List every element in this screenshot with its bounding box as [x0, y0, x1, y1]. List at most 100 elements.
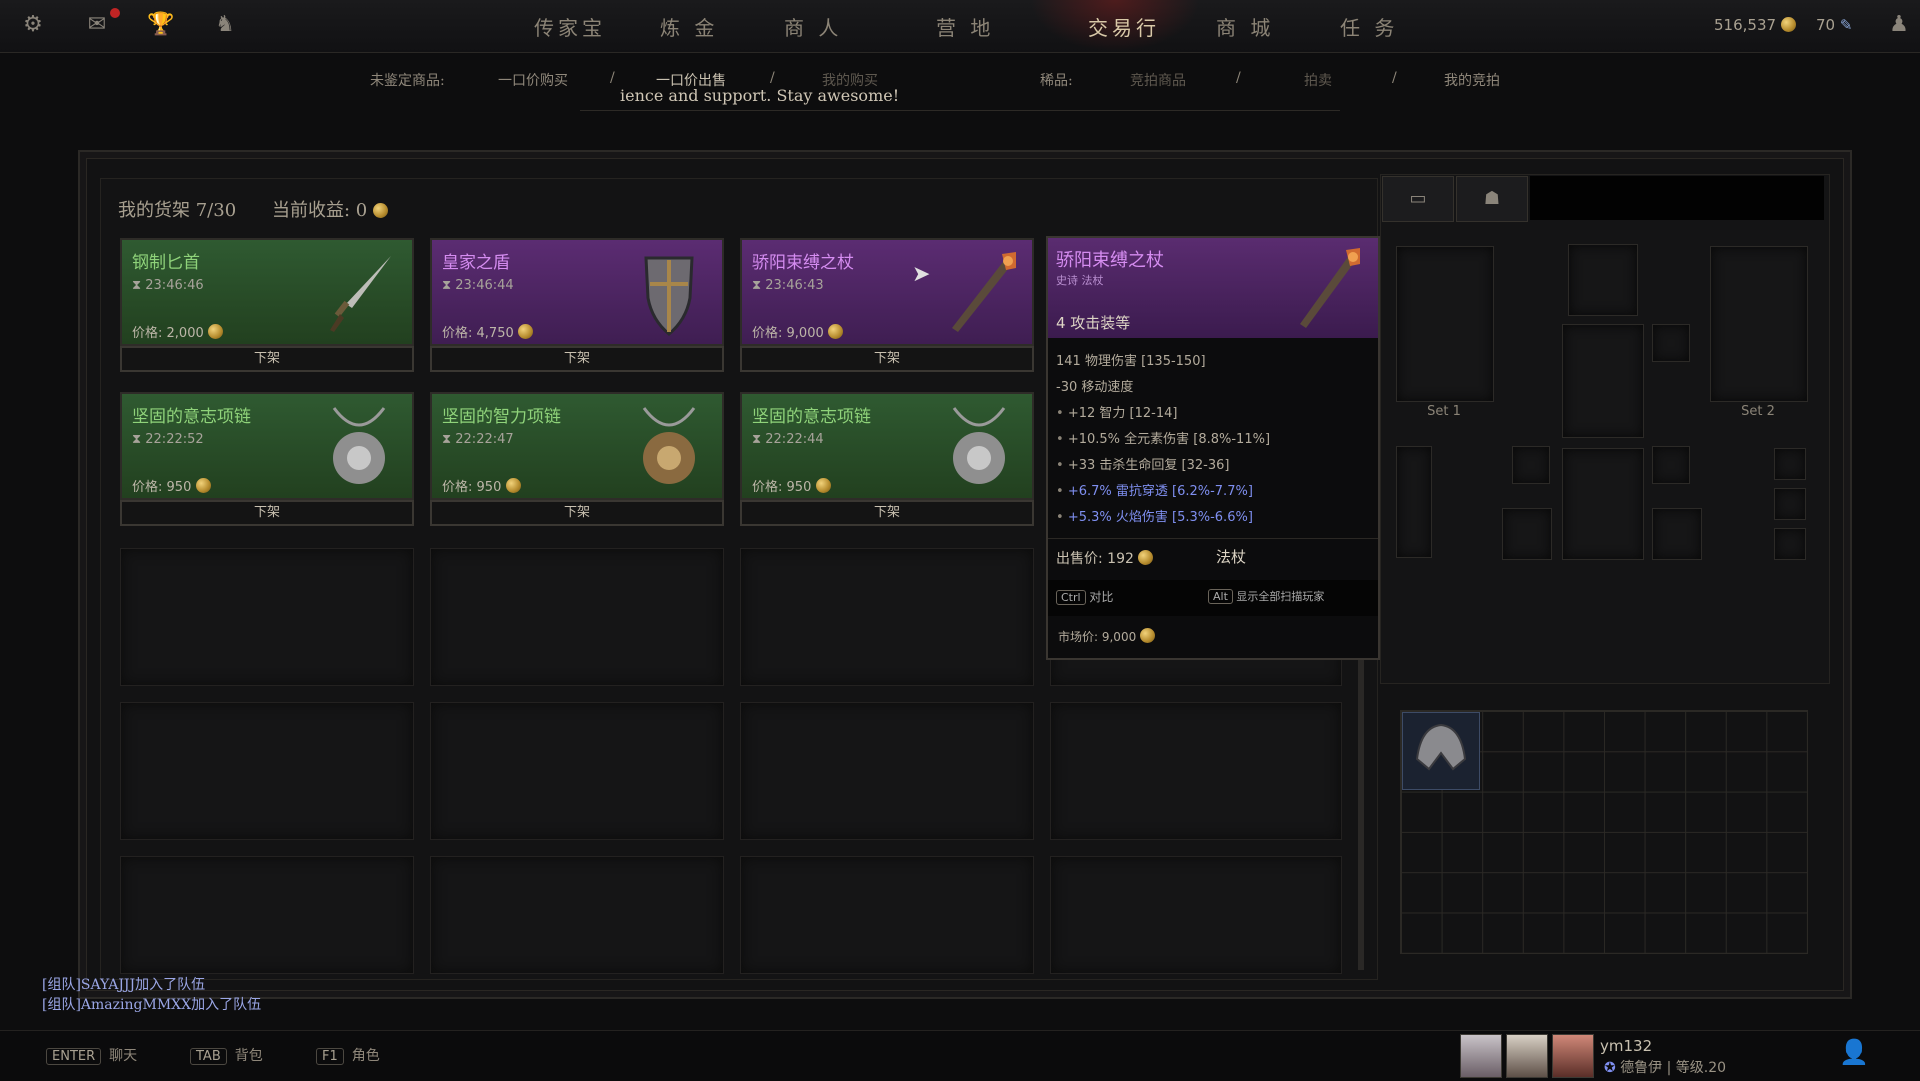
- unlist-button[interactable]: 下架: [740, 346, 1034, 372]
- empty-shelf-slot[interactable]: [120, 702, 414, 840]
- subnav-sep: /: [610, 70, 615, 86]
- subnav-sep: /: [1236, 70, 1241, 86]
- accessory-slot[interactable]: [1774, 448, 1806, 480]
- feather-shard-icon: ✎: [1839, 16, 1853, 34]
- ring-slot-right[interactable]: [1652, 446, 1690, 484]
- belt-slot[interactable]: [1396, 446, 1432, 558]
- party-member-portrait[interactable]: [1552, 1034, 1594, 1078]
- equipment-tab-bar: [1530, 176, 1824, 220]
- tooltip-item-tier: 4 攻击装等: [1056, 314, 1131, 332]
- tab-camp[interactable]: 营 地: [936, 12, 994, 41]
- tab-trading-house[interactable]: 交易行: [1088, 12, 1160, 41]
- accessory-slot[interactable]: [1774, 528, 1806, 560]
- staff-icon: [1300, 248, 1360, 328]
- item-name: 坚固的智力项链: [442, 407, 561, 427]
- tab-store[interactable]: 商 城: [1216, 12, 1274, 41]
- empty-shelf-slot[interactable]: [120, 856, 414, 974]
- subnav-rare-label: 稀品:: [1040, 73, 1073, 89]
- player-status-icon[interactable]: ♟: [1884, 10, 1914, 40]
- character-icon[interactable]: ♞: [210, 10, 240, 40]
- subnav-sep: /: [1392, 70, 1397, 86]
- empty-shelf-slot[interactable]: [120, 548, 414, 686]
- tab-gear-icon[interactable]: ☗: [1456, 176, 1528, 222]
- settings-gear-icon[interactable]: ⚙: [18, 10, 48, 40]
- hotkey-character[interactable]: F1 角色: [316, 1045, 380, 1065]
- unlist-button[interactable]: 下架: [430, 346, 724, 372]
- boots-slot[interactable]: [1652, 508, 1702, 560]
- player-class-level: ✪ 德鲁伊 | 等级.20: [1604, 1060, 1727, 1076]
- empty-shelf-slot[interactable]: [430, 702, 724, 840]
- tab-merchant[interactable]: 商 人: [784, 12, 842, 41]
- tooltip-item-subtitle: 史诗 法杖: [1056, 274, 1104, 287]
- gloves-slot[interactable]: [1502, 508, 1552, 560]
- hotkey-backpack[interactable]: TAB 背包: [190, 1045, 263, 1065]
- weapon-slot-set1[interactable]: [1396, 246, 1494, 402]
- inventory-grid[interactable]: [1400, 710, 1808, 954]
- subnav-buy-fixed[interactable]: 一口价购买: [498, 70, 568, 90]
- tooltip-item-name: 骄阳束缚之杖: [1056, 250, 1164, 271]
- listing-timer: ⧗ 22:22:52: [132, 432, 204, 447]
- hotkey-chat[interactable]: ENTER 聊天: [46, 1045, 137, 1065]
- listing-card[interactable]: 皇家之盾 ⧗ 23:46:44 价格: 4,750: [430, 238, 724, 346]
- accessory-slot[interactable]: [1774, 488, 1806, 520]
- party-member-portrait[interactable]: [1460, 1034, 1502, 1078]
- mail-icon[interactable]: ✉: [82, 10, 112, 40]
- listing-card[interactable]: 骄阳束缚之杖 ⧗ 23:46:43 价格: 9,000: [740, 238, 1034, 346]
- listing-price: 价格: 950: [752, 476, 831, 495]
- empty-shelf-slot[interactable]: [740, 702, 1034, 840]
- listing-card[interactable]: 坚固的意志项链 ⧗ 22:22:44 价格: 950: [740, 392, 1034, 500]
- listing-card[interactable]: 钢制匕首 ⧗ 23:46:46 价格: 2,000: [120, 238, 414, 346]
- item-name: 坚固的意志项链: [752, 407, 871, 427]
- unlist-button[interactable]: 下架: [120, 500, 414, 526]
- tooltip-affix-line: +6.7% 雷抗穿透 [6.2%-7.7%]: [1056, 480, 1253, 499]
- listing-card[interactable]: 坚固的智力项链 ⧗ 22:22:47 价格: 950: [430, 392, 724, 500]
- trophy-icon[interactable]: 🏆: [146, 10, 176, 40]
- listing-card[interactable]: 坚固的意志项链 ⧗ 22:22:52 价格: 950: [120, 392, 414, 500]
- empty-shelf-slot[interactable]: [1050, 856, 1342, 974]
- tab-stash-icon[interactable]: ▭: [1382, 176, 1454, 222]
- legs-slot[interactable]: [1562, 448, 1644, 560]
- class-emblem-icon: ✪: [1604, 1060, 1616, 1076]
- ring-slot-left[interactable]: [1512, 446, 1550, 484]
- weapon-slot-set2[interactable]: [1710, 246, 1808, 402]
- empty-shelf-slot[interactable]: [740, 548, 1034, 686]
- subnav-my-bids[interactable]: 我的竞拍: [1444, 70, 1500, 90]
- listing-timer: ⧗ 22:22:47: [442, 432, 514, 447]
- item-name: 钢制匕首: [132, 253, 200, 273]
- helmet-slot[interactable]: [1568, 244, 1638, 316]
- item-name: 骄阳束缚之杖: [752, 253, 854, 273]
- show-all-hint: 显示全部扫描玩家: [1236, 590, 1325, 603]
- gold-coin-icon: [372, 203, 388, 218]
- tab-heirloom[interactable]: 传家宝: [534, 12, 606, 41]
- unlist-button[interactable]: 下架: [430, 500, 724, 526]
- unlist-button[interactable]: 下架: [740, 500, 1034, 526]
- compare-hint: 对比: [1089, 590, 1114, 604]
- unlist-button[interactable]: 下架: [120, 346, 414, 372]
- staff-icon: [952, 252, 1016, 332]
- tab-alchemy[interactable]: 炼 金: [660, 12, 718, 41]
- listing-price: 价格: 950: [132, 476, 211, 495]
- mouse-cursor-icon: ➤: [912, 262, 931, 287]
- subnav-auction-items[interactable]: 竞拍商品: [1130, 70, 1186, 90]
- chest-slot[interactable]: [1562, 324, 1644, 438]
- tab-quests[interactable]: 任 务: [1340, 12, 1398, 41]
- party-member-portrait[interactable]: [1506, 1034, 1548, 1078]
- necklace-icon: [332, 407, 386, 484]
- listing-price: 价格: 2,000: [132, 322, 223, 341]
- gold-coin-icon: [1780, 17, 1796, 32]
- friends-icon[interactable]: 👤: [1834, 1038, 1874, 1074]
- empty-shelf-slot[interactable]: [430, 856, 724, 974]
- shoulder-armor-icon: [1415, 723, 1467, 771]
- listing-timer: ⧗ 23:46:44: [442, 278, 514, 293]
- tooltip-affix-line: +12 智力 [12-14]: [1056, 402, 1178, 421]
- empty-shelf-slot[interactable]: [430, 548, 724, 686]
- empty-shelf-slot[interactable]: [1050, 702, 1342, 840]
- necklace-icon: [642, 407, 696, 484]
- tooltip-affix-line: +10.5% 全元素伤害 [8.8%-11%]: [1056, 428, 1270, 447]
- inventory-item[interactable]: [1402, 712, 1480, 790]
- scrollbar[interactable]: [1358, 660, 1364, 970]
- empty-shelf-slot[interactable]: [740, 856, 1034, 974]
- listing-price: 价格: 4,750: [442, 322, 533, 341]
- subnav-auction[interactable]: 拍卖: [1304, 70, 1332, 90]
- amulet-slot[interactable]: [1652, 324, 1690, 362]
